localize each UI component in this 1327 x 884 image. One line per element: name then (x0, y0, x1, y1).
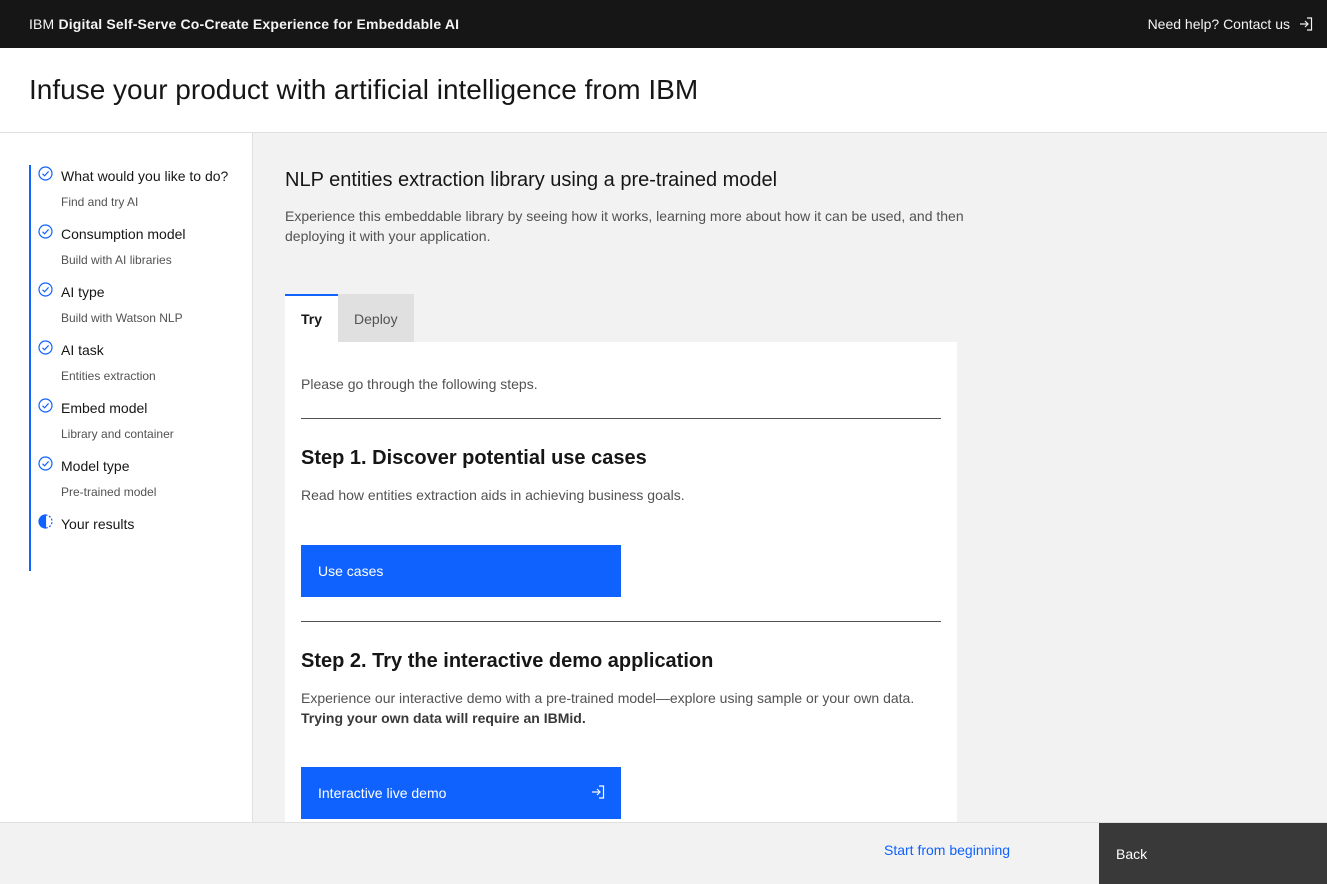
progress-step-embed-model[interactable]: Embed model Library and container (31, 397, 251, 455)
tab-list: Try Deploy (285, 294, 414, 342)
steps-intro: Please go through the following steps. (301, 376, 538, 392)
brand-name: Digital Self-Serve Co-Create Experience … (58, 16, 460, 32)
progress-step-sublabel: Pre-trained model (61, 485, 157, 499)
library-title: NLP entities extraction library using a … (285, 169, 778, 191)
brand-prefix: IBM (29, 16, 55, 32)
page-header: Infuse your product with artificial inte… (0, 48, 1327, 133)
use-cases-button-label: Use cases (318, 563, 384, 579)
progress-step-ai-task[interactable]: AI task Entities extraction (31, 339, 251, 397)
progress-step-sublabel: Entities extraction (61, 369, 156, 383)
library-description: Experience this embeddable library by se… (285, 208, 964, 244)
tab-deploy[interactable]: Deploy (338, 294, 414, 342)
divider (301, 621, 941, 622)
launch-icon (591, 785, 605, 802)
back-button-label: Back (1116, 846, 1148, 862)
progress-step-your-results[interactable]: Your results (31, 513, 251, 571)
step1-description: Read how entities extraction aids in ach… (301, 487, 685, 503)
contact-us-link[interactable]: Need help? Contact us (1148, 16, 1313, 32)
progress-step-label: Embed model (61, 400, 148, 416)
checkmark-outline-icon (38, 340, 53, 355)
contact-us-label: Need help? Contact us (1147, 16, 1290, 32)
progress-indicator: What would you like to do? Find and try … (29, 165, 251, 571)
back-button[interactable]: Back (1099, 823, 1327, 884)
main-content: NLP entities extraction library using a … (253, 133, 1327, 822)
login-icon (1299, 17, 1313, 31)
progress-step-ai-type[interactable]: AI type Build with Watson NLP (31, 281, 251, 339)
footer-bar: Start from beginning Back (0, 822, 1327, 884)
tab-try[interactable]: Try (285, 294, 339, 342)
progress-step-label: AI task (61, 342, 104, 358)
incomplete-icon (38, 514, 53, 529)
live-demo-button-label: Interactive live demo (318, 785, 447, 801)
progress-step-label: Model type (61, 458, 130, 474)
progress-step-sublabel: Build with AI libraries (61, 253, 172, 267)
progress-step-sublabel: Find and try AI (61, 195, 139, 209)
checkmark-outline-icon (38, 398, 53, 413)
step2-description-text: Experience our interactive demo with a p… (301, 690, 915, 706)
checkmark-outline-icon (38, 456, 53, 471)
top-bar: IBM Digital Self-Serve Co-Create Experie… (0, 0, 1327, 48)
step2-title: Step 2. Try the interactive demo applica… (301, 650, 714, 672)
progress-step-model-type[interactable]: Model type Pre-trained model (31, 455, 251, 513)
checkmark-outline-icon (38, 282, 53, 297)
use-cases-button[interactable]: Use cases (301, 545, 621, 597)
progress-step-sublabel: Build with Watson NLP (61, 311, 183, 325)
app-brand[interactable]: IBM Digital Self-Serve Co-Create Experie… (29, 16, 459, 32)
interactive-live-demo-button[interactable]: Interactive live demo (301, 767, 621, 819)
checkmark-outline-icon (38, 224, 53, 239)
progress-sidebar: What would you like to do? Find and try … (0, 133, 253, 822)
progress-step-label: What would you like to do? (61, 168, 229, 184)
step2-description: Experience our interactive demo with a p… (301, 688, 946, 728)
progress-step-label: Your results (61, 516, 135, 532)
progress-step-consumption-model[interactable]: Consumption model Build with AI librarie… (31, 223, 251, 281)
progress-step-what-to-do[interactable]: What would you like to do? Find and try … (31, 165, 251, 223)
progress-step-sublabel: Library and container (61, 427, 174, 441)
checkmark-outline-icon (38, 166, 53, 181)
page-title: Infuse your product with artificial inte… (29, 74, 699, 105)
try-tab-panel: Please go through the following steps. S… (285, 342, 957, 822)
step2-description-note: Trying your own data will require an IBM… (301, 710, 586, 726)
progress-step-label: Consumption model (61, 226, 186, 242)
step1-title: Step 1. Discover potential use cases (301, 447, 647, 469)
progress-step-label: AI type (61, 284, 105, 300)
start-from-beginning-link[interactable]: Start from beginning (884, 842, 1010, 858)
divider (301, 418, 941, 419)
